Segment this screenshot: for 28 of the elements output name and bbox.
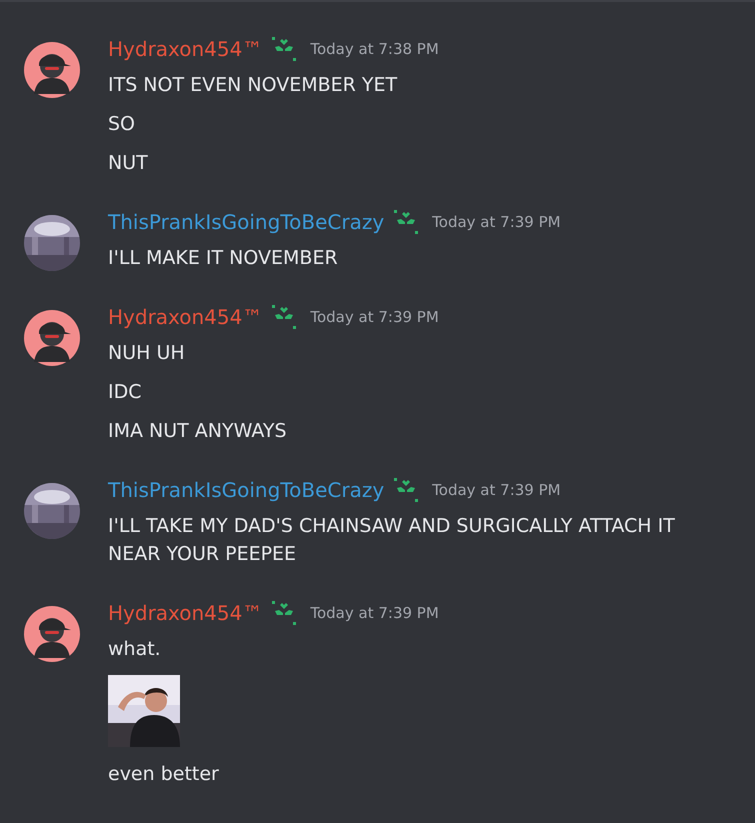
timestamp: Today at 7:39 PM (432, 481, 561, 499)
username[interactable]: ThisPrankIsGoingToBeCrazy (108, 210, 384, 234)
timestamp: Today at 7:39 PM (310, 604, 439, 622)
message-text: even better (108, 762, 220, 787)
message-text: IMA NUT ANYWAYS (108, 419, 288, 444)
avatar-drawing[interactable] (24, 606, 80, 662)
message-text: NUT (108, 151, 149, 176)
message-text: IDC (108, 380, 143, 405)
message-text: NUH UH (108, 341, 186, 366)
message-text: I'LL MAKE IT NOVEMBER (108, 246, 339, 271)
username[interactable]: Hydraxon454™ (108, 601, 262, 625)
message-text: what. (108, 637, 162, 662)
username[interactable]: ThisPrankIsGoingToBeCrazy (108, 478, 384, 502)
message-text: I'LL TAKE MY DAD'S CHAINSAW AND SURGICALLY ATTACH IT NEAR YOUR PEEPEE (108, 514, 676, 567)
sprout-icon[interactable] (392, 208, 420, 236)
sprout-icon[interactable] (270, 303, 298, 331)
username[interactable]: Hydraxon454™ (108, 37, 262, 61)
sprout-icon[interactable] (270, 35, 298, 63)
avatar-drawing[interactable] (24, 310, 80, 366)
timestamp: Today at 7:38 PM (310, 40, 439, 58)
avatar-drawing[interactable] (24, 42, 80, 98)
sprout-icon[interactable] (270, 599, 298, 627)
message-text: SO (108, 112, 136, 137)
sprout-icon[interactable] (392, 476, 420, 504)
timestamp: Today at 7:39 PM (432, 213, 561, 231)
message-text: ITS NOT EVEN NOVEMBER YET (108, 73, 398, 98)
timestamp: Today at 7:39 PM (310, 308, 439, 326)
username[interactable]: Hydraxon454™ (108, 305, 262, 329)
